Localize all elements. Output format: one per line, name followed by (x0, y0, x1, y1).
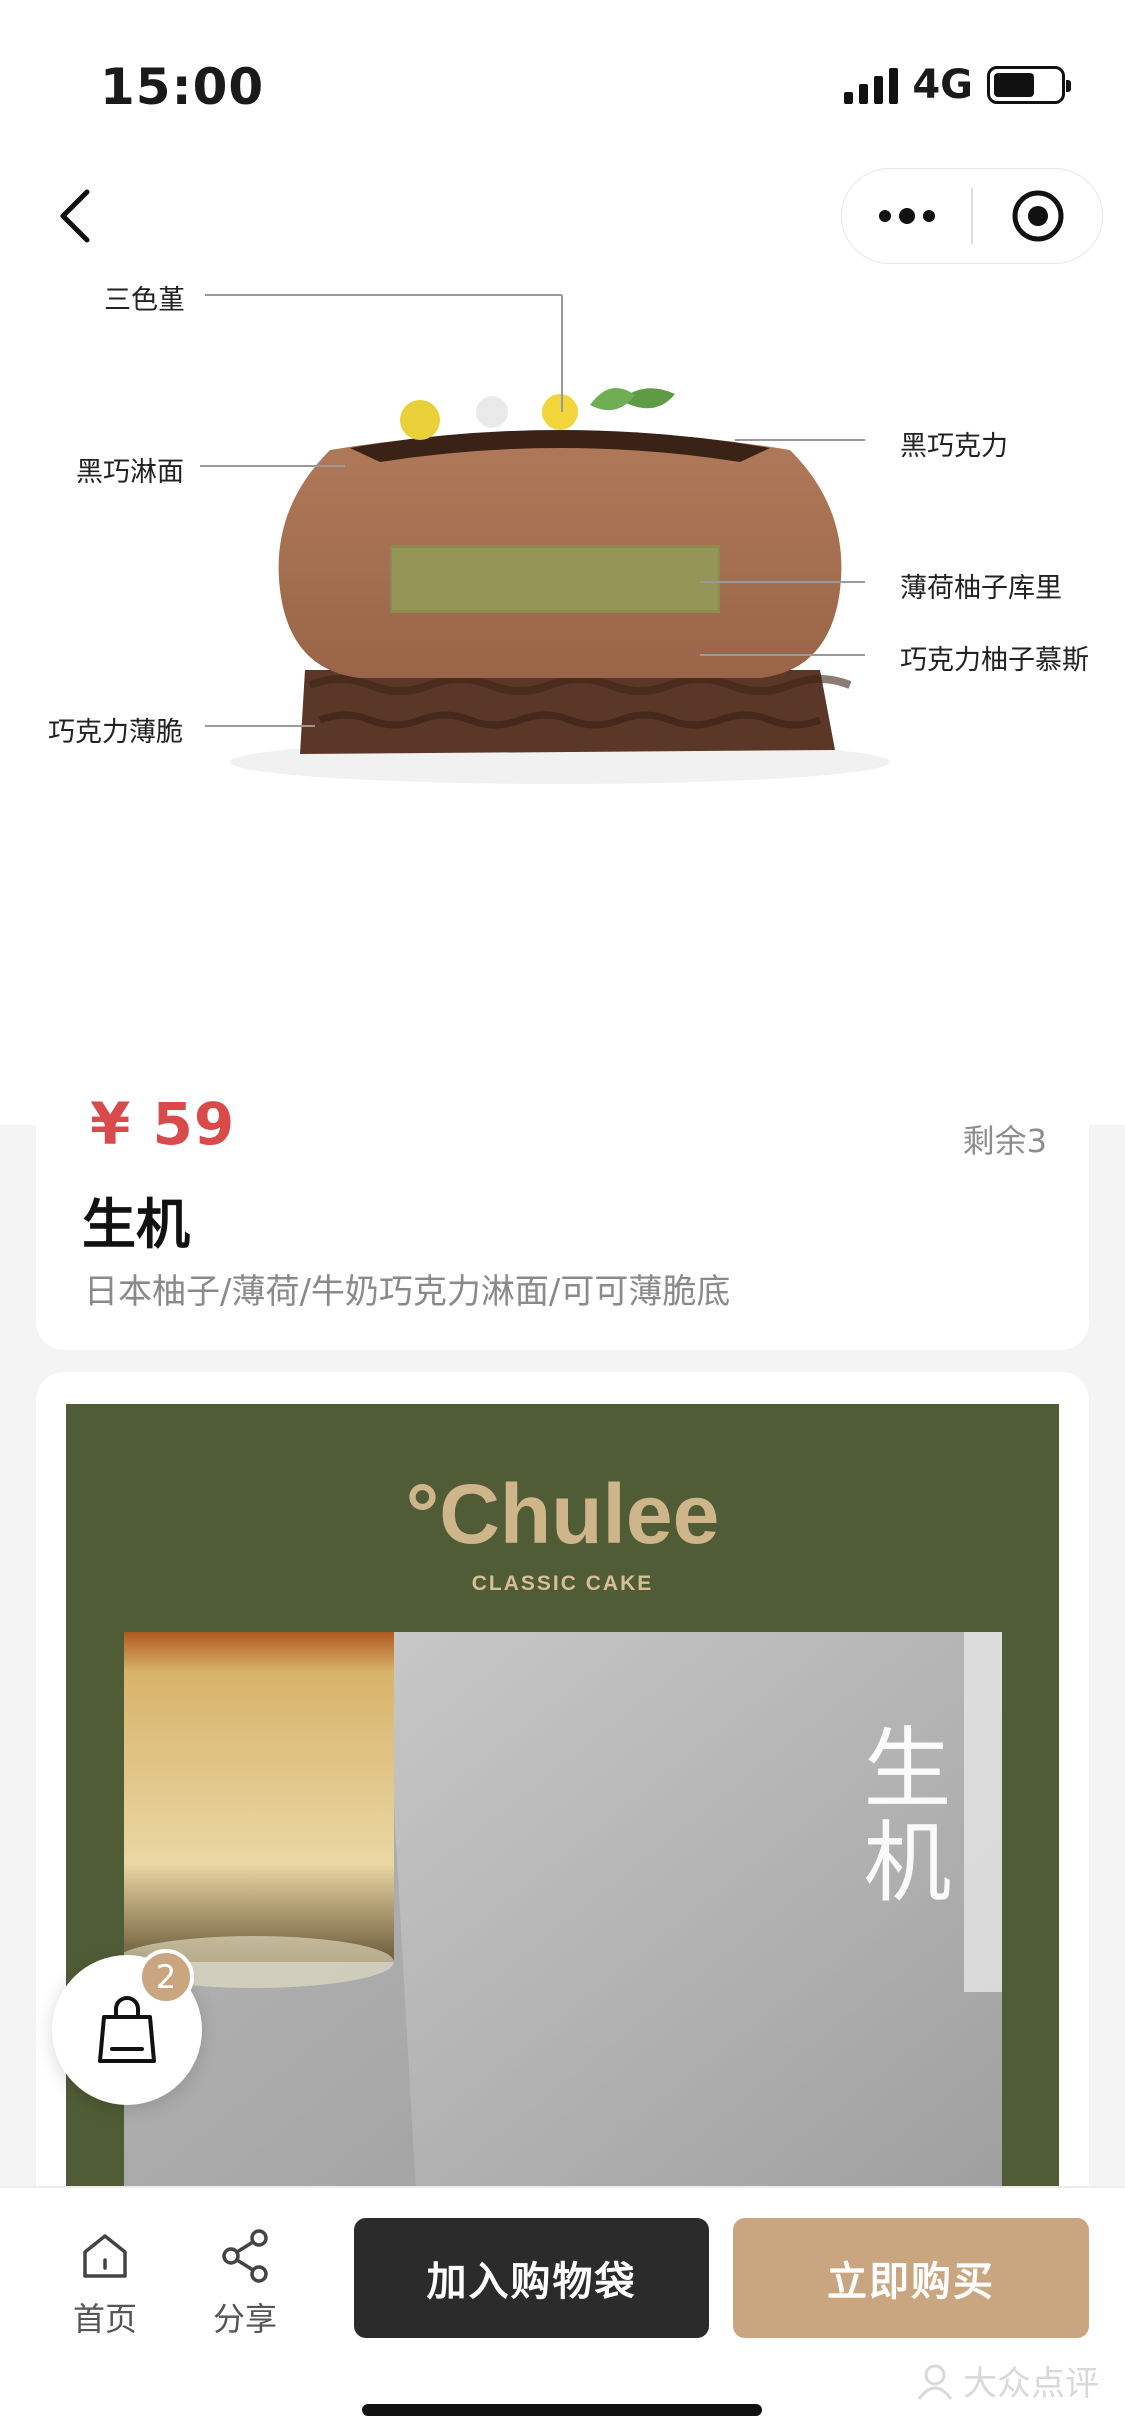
home-tab-label: 首页 (72, 2300, 137, 2338)
product-detail-card: °Chulee CLASSIC CAKE 生机 (36, 1372, 1089, 2272)
share-icon (222, 2229, 268, 2283)
dianping-watermark: 大众点评 (915, 2356, 1099, 2405)
back-button[interactable] (44, 186, 104, 246)
more-button[interactable] (842, 169, 971, 263)
cart-count-badge: 2 (138, 1949, 194, 2005)
target-icon (1012, 190, 1063, 242)
more-dots-icon (878, 208, 935, 224)
product-description: 日本柚子/薄荷/牛奶巧克力淋面/可可薄脆底 (84, 1272, 731, 1312)
buy-now-button[interactable]: 立即购买 (733, 2218, 1089, 2338)
mini-program-capsule (841, 168, 1103, 264)
product-hero-image: 三色堇 黑巧淋面 巧克力薄脆 黑巧克力 薄荷柚子库里 巧克力柚子慕斯 (0, 150, 1125, 1125)
product-price: ¥ 59 (90, 1090, 236, 1158)
status-bar: 15:00 4G (0, 0, 1125, 150)
stock-remaining: 剩余3 (962, 1122, 1047, 1160)
callout-mint-yuzu-cremeux: 薄荷柚子库里 (900, 573, 1062, 604)
callout-dark-glaze: 黑巧淋面 (76, 457, 184, 488)
callout-chocolate-crisp: 巧克力薄脆 (48, 717, 183, 748)
home-tab[interactable]: 首页 (50, 2224, 160, 2340)
product-name: 生机 (82, 1193, 190, 1256)
signal-icon (844, 66, 899, 104)
shopping-bag-icon (98, 1996, 156, 2063)
battery-icon (987, 66, 1071, 104)
add-to-bag-button[interactable]: 加入购物袋 (354, 2218, 709, 2338)
dianping-logo-icon (917, 2364, 953, 2400)
callout-pansy: 三色堇 (104, 285, 185, 316)
bottom-action-bar: 首页 分享 加入购物袋 立即购买 大众点评 (0, 2186, 1125, 2436)
product-info-card: ¥ 59 剩余3 生机 日本柚子/薄荷/牛奶巧克力淋面/可可薄脆底 (36, 1080, 1089, 1350)
brand-logo: °Chulee (405, 1467, 720, 1561)
callout-dark-chocolate: 黑巧克力 (900, 431, 1008, 462)
share-tab-label: 分享 (212, 2300, 277, 2338)
home-indicator (362, 2404, 762, 2416)
share-tab[interactable]: 分享 (190, 2224, 300, 2340)
watermark-text: 大众点评 (963, 2364, 1099, 2404)
callout-chocolate-yuzu-mousse: 巧克力柚子慕斯 (900, 645, 1089, 676)
status-time: 15:00 (100, 58, 265, 116)
vertical-title: 生机 (849, 1722, 952, 1910)
cake-photo: 生机 (124, 1632, 1002, 2272)
status-icons: 4G (844, 62, 1071, 108)
home-icon (83, 2234, 127, 2278)
top-nav (0, 150, 1125, 280)
network-type: 4G (912, 62, 973, 108)
chevron-left-icon (60, 189, 90, 243)
brand-subtitle: CLASSIC CAKE (471, 1572, 654, 1595)
product-poster-image: °Chulee CLASSIC CAKE 生机 (66, 1404, 1059, 2272)
shopping-bag-button[interactable]: 2 (52, 1949, 202, 2105)
close-miniprogram-button[interactable] (973, 169, 1102, 263)
